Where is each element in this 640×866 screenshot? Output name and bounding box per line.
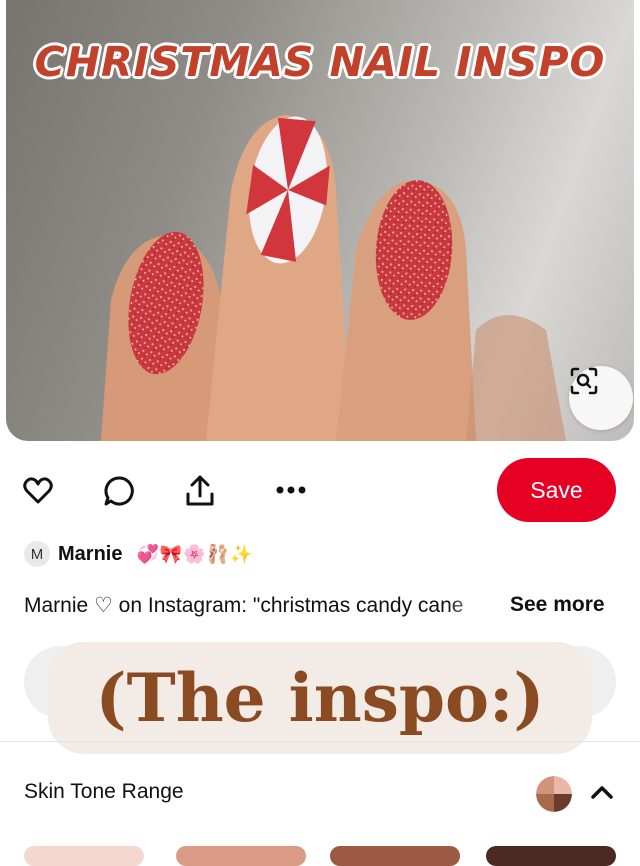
share-button[interactable] [183, 473, 217, 509]
lens-icon [570, 367, 598, 395]
comment-icon [104, 476, 134, 506]
share-icon [186, 475, 214, 506]
visual-search-button[interactable] [569, 366, 633, 430]
like-button[interactable] [22, 474, 54, 506]
skin-chip-light[interactable] [24, 846, 144, 866]
collapse-button[interactable] [588, 778, 616, 806]
avatar[interactable]: M [24, 541, 50, 567]
skin-tone-icon [536, 776, 572, 812]
save-button[interactable]: Save [497, 458, 616, 522]
heart-icon [23, 477, 53, 504]
skin-chip-deep[interactable] [486, 846, 616, 866]
inspo-sticker: (The inspo:) [48, 642, 592, 754]
skin-chip-medium[interactable] [330, 846, 460, 866]
more-options-button[interactable] [274, 478, 308, 502]
see-more-link[interactable]: See more [510, 593, 605, 617]
author-emoji: 💞🎀🌸🩰✨ [136, 543, 254, 564]
pin-description: Marnie ♡ on Instagram: "christmas candy … [24, 594, 464, 617]
author-name[interactable]: Marnie [58, 543, 122, 566]
skin-tone-label: Skin Tone Range [24, 780, 184, 803]
image-title: CHRISTMAS NAIL INSPO [34, 38, 606, 86]
more-icon [276, 486, 306, 494]
comment-button[interactable] [102, 474, 136, 508]
divider [0, 741, 640, 742]
skin-tone-chips [0, 846, 640, 866]
pin-image[interactable]: CHRISTMAS NAIL INSPO [6, 0, 634, 441]
skin-tone-swatch[interactable] [536, 776, 572, 812]
skin-chip-medium-light[interactable] [176, 846, 306, 866]
author-row[interactable]: M Marnie 💞🎀🌸🩰✨ [24, 540, 254, 568]
chevron-up-icon [591, 786, 613, 799]
